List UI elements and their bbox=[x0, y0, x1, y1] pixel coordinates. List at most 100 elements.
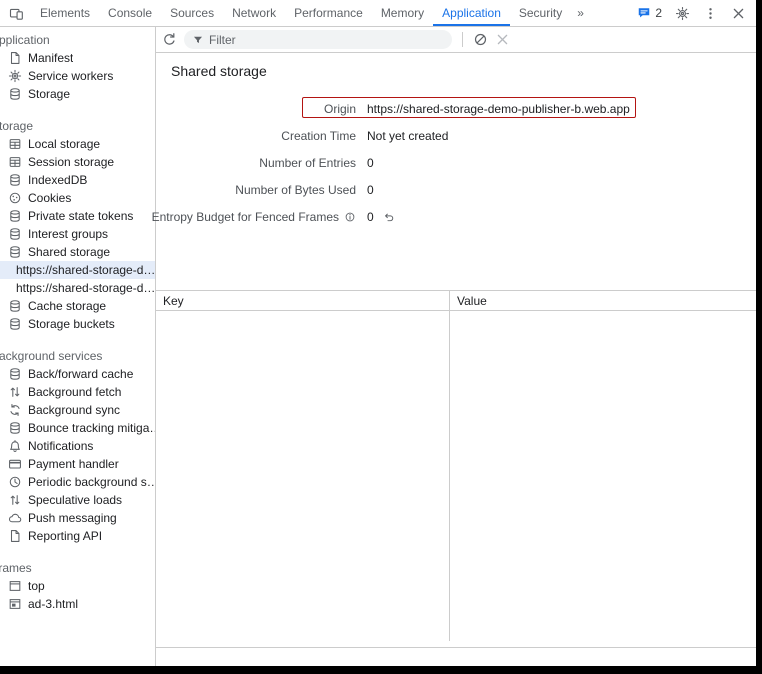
sidebar-item-shared-storage-origin-2[interactable]: https://shared-storage-d… bbox=[0, 279, 155, 297]
issues-count: 2 bbox=[655, 6, 662, 20]
cookie-icon bbox=[8, 191, 22, 205]
toggle-device-toolbar-button[interactable] bbox=[0, 6, 31, 21]
filter-input[interactable] bbox=[209, 33, 444, 47]
column-header-key[interactable]: Key bbox=[156, 291, 450, 310]
issues-icon bbox=[637, 6, 651, 20]
up-down-arrows-icon bbox=[8, 493, 22, 507]
column-divider bbox=[449, 311, 450, 641]
tab-performance[interactable]: Performance bbox=[285, 0, 372, 26]
database-icon bbox=[8, 87, 22, 101]
info-icon[interactable] bbox=[344, 211, 356, 223]
sidebar-item-reporting-api[interactable]: Reporting API bbox=[0, 527, 155, 545]
devtools-tabbar: Elements Console Sources Network Perform… bbox=[0, 0, 756, 27]
filter-box[interactable] bbox=[184, 30, 452, 49]
sidebar-item-frame-ad-3[interactable]: ad-3.html bbox=[0, 595, 155, 613]
tab-security[interactable]: Security bbox=[510, 0, 571, 26]
refresh-button[interactable] bbox=[162, 32, 177, 47]
kebab-menu-icon bbox=[703, 6, 718, 21]
settings-button[interactable] bbox=[675, 6, 690, 21]
frame-icon bbox=[8, 579, 22, 593]
sidebar-item-bounce-tracking-mitigations[interactable]: Bounce tracking mitiga… bbox=[0, 419, 155, 437]
sidebar-item-shared-storage-origin-1[interactable]: https://shared-storage-d… bbox=[0, 261, 155, 279]
sidebar-item-background-fetch[interactable]: Background fetch bbox=[0, 383, 155, 401]
page-title: Shared storage bbox=[171, 63, 756, 79]
sidebar-item-notifications[interactable]: Notifications bbox=[0, 437, 155, 455]
field-value: Not yet created bbox=[367, 129, 448, 143]
filter-funnel-icon bbox=[192, 34, 204, 46]
block-icon bbox=[473, 32, 488, 47]
gear-icon bbox=[675, 6, 690, 21]
sidebar-item-periodic-background-sync[interactable]: Periodic background s… bbox=[0, 473, 155, 491]
sidebar-item-cache-storage[interactable]: Cache storage bbox=[0, 297, 155, 315]
sidebar-item-storage[interactable]: Storage bbox=[0, 85, 155, 103]
database-icon bbox=[8, 209, 22, 223]
sidebar-item-storage-buckets[interactable]: Storage buckets bbox=[0, 315, 155, 333]
tab-elements[interactable]: Elements bbox=[31, 0, 99, 26]
sidebar-item-frame-top[interactable]: top bbox=[0, 577, 155, 595]
tab-memory[interactable]: Memory bbox=[372, 0, 433, 26]
gear-icon bbox=[8, 69, 22, 83]
table-icon bbox=[8, 155, 22, 169]
toolbar-separator bbox=[462, 32, 463, 47]
close-icon bbox=[731, 6, 746, 21]
database-icon bbox=[8, 421, 22, 435]
table-icon bbox=[8, 137, 22, 151]
sidebar-item-speculative-loads[interactable]: Speculative loads bbox=[0, 491, 155, 509]
tabbar-actions: 2 bbox=[637, 6, 756, 21]
field-label: Number of Entries bbox=[156, 156, 356, 170]
clear-all-button[interactable] bbox=[473, 32, 488, 47]
field-value: https://shared-storage-demo-publisher-b.… bbox=[367, 102, 630, 116]
more-tabs-button[interactable]: » bbox=[571, 0, 590, 26]
shared-storage-grid: Key Value bbox=[156, 290, 756, 648]
reset-budget-icon[interactable] bbox=[383, 211, 395, 223]
sidebar-item-service-workers[interactable]: Service workers bbox=[0, 67, 155, 85]
grid-header: Key Value bbox=[156, 291, 756, 311]
sidebar-item-interest-groups[interactable]: Interest groups bbox=[0, 225, 155, 243]
sidebar-item-background-sync[interactable]: Background sync bbox=[0, 401, 155, 419]
sidebar-item-shared-storage[interactable]: Shared storage bbox=[0, 243, 155, 261]
more-options-button[interactable] bbox=[703, 6, 718, 21]
tab-application[interactable]: Application bbox=[433, 0, 510, 26]
panel-tabs: Elements Console Sources Network Perform… bbox=[31, 0, 590, 26]
up-down-arrows-icon bbox=[8, 385, 22, 399]
window-edge-bottom bbox=[0, 666, 762, 674]
issues-button[interactable]: 2 bbox=[637, 6, 662, 20]
field-value: 0 bbox=[367, 183, 374, 197]
close-devtools-button[interactable] bbox=[731, 6, 746, 21]
application-sidebar: Application Manifest Service workers Sto… bbox=[0, 27, 156, 666]
sidebar-item-push-messaging[interactable]: Push messaging bbox=[0, 509, 155, 527]
field-value: 0 bbox=[367, 210, 395, 224]
shared-storage-panel: Shared storage Origin https://shared-sto… bbox=[156, 27, 756, 666]
database-icon bbox=[8, 367, 22, 381]
sidebar-item-indexeddb[interactable]: IndexedDB bbox=[0, 171, 155, 189]
sidebar-item-manifest[interactable]: Manifest bbox=[0, 49, 155, 67]
metadata-fields: Origin https://shared-storage-demo-publi… bbox=[156, 95, 756, 230]
frame-ad-icon bbox=[8, 597, 22, 611]
sidebar-item-private-state-tokens[interactable]: Private state tokens bbox=[0, 207, 155, 225]
database-icon bbox=[8, 245, 22, 259]
sidebar-section-application: Application bbox=[0, 31, 155, 49]
sync-icon bbox=[8, 403, 22, 417]
database-icon bbox=[8, 173, 22, 187]
tab-sources[interactable]: Sources bbox=[161, 0, 223, 26]
sidebar-item-payment-handler[interactable]: Payment handler bbox=[0, 455, 155, 473]
field-label: Creation Time bbox=[156, 129, 356, 143]
column-header-value[interactable]: Value bbox=[450, 291, 756, 310]
cloud-icon bbox=[8, 511, 22, 525]
field-row-number-of-bytes-used: Number of Bytes Used 0 bbox=[156, 176, 756, 203]
tab-network[interactable]: Network bbox=[223, 0, 285, 26]
sidebar-item-session-storage[interactable]: Session storage bbox=[0, 153, 155, 171]
close-icon bbox=[495, 32, 510, 47]
delete-selected-button[interactable] bbox=[495, 32, 510, 47]
sidebar-item-back-forward-cache[interactable]: Back/forward cache bbox=[0, 365, 155, 383]
field-row-number-of-entries: Number of Entries 0 bbox=[156, 149, 756, 176]
tab-console[interactable]: Console bbox=[99, 0, 161, 26]
sidebar-section-background-services: Background services bbox=[0, 347, 155, 365]
database-icon bbox=[8, 299, 22, 313]
sidebar-item-local-storage[interactable]: Local storage bbox=[0, 135, 155, 153]
field-row-origin: Origin https://shared-storage-demo-publi… bbox=[156, 95, 756, 122]
sidebar-item-cookies[interactable]: Cookies bbox=[0, 189, 155, 207]
grid-body bbox=[156, 311, 756, 647]
field-label: Number of Bytes Used bbox=[156, 183, 356, 197]
database-icon bbox=[8, 227, 22, 241]
